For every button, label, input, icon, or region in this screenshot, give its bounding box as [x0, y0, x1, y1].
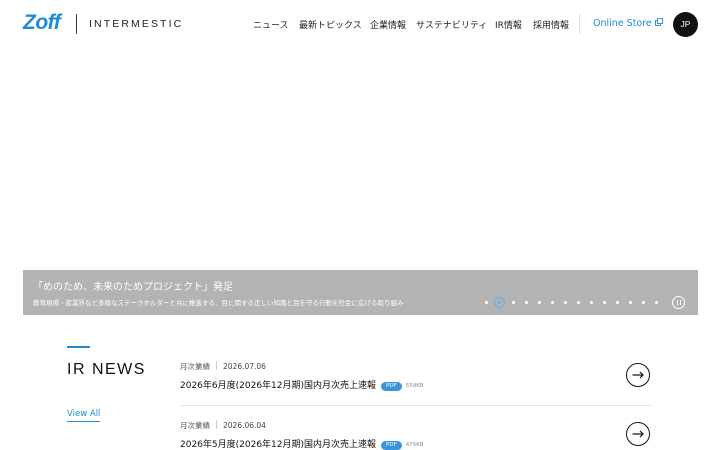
pdf-badge: PDF [381, 441, 402, 450]
news-category: 月次業績 [180, 421, 210, 430]
slide-dot[interactable] [629, 301, 632, 304]
nav-divider [579, 14, 580, 34]
nav-item-company[interactable]: 企業情報 [370, 18, 406, 31]
arrow-right-icon[interactable] [626, 363, 650, 387]
external-link-icon [654, 18, 663, 26]
file-size: 559KB [405, 383, 424, 389]
online-store-label: Online Store [593, 18, 652, 29]
news-meta: 月次業績 2026.06.04 [180, 420, 266, 431]
slide-dot[interactable] [616, 301, 619, 304]
file-size: 475KB [405, 442, 424, 448]
intermestic-logo[interactable]: INTERMESTIC [89, 18, 183, 30]
zoff-logo[interactable]: Zoff [23, 11, 61, 35]
hero-caption[interactable]: 「めのため、未来のためプロジェクト」発足 教育現場・産業界など多様なステークホル… [23, 270, 698, 315]
nav-item-sustainability[interactable]: サステナビリティ [416, 18, 487, 31]
news-title[interactable]: 2026年6月度(2026年12月期)国内月次売上速報 [180, 381, 376, 391]
meta-divider [216, 420, 217, 429]
slide-dot[interactable] [538, 301, 541, 304]
view-all-link[interactable]: View All [67, 409, 101, 422]
hero-caption-title: 「めのため、未来のためプロジェクト」発足 [33, 282, 233, 293]
news-category: 月次業績 [180, 362, 210, 371]
news-title-row: 2026年5月度(2026年12月期)国内月次売上速報 PDF 475KB [180, 437, 424, 450]
arrow-right-icon[interactable] [626, 422, 650, 446]
news-divider [180, 405, 651, 406]
slide-dot[interactable] [603, 301, 606, 304]
pdf-badge: PDF [381, 382, 402, 391]
nav-item-ir[interactable]: IR情報 [495, 18, 522, 31]
nav-item-topics[interactable]: 最新トピックス [299, 18, 362, 31]
nav-item-news[interactable]: ニュース [253, 18, 289, 31]
pause-icon[interactable] [672, 296, 685, 309]
news-date: 2026.07.06 [223, 362, 266, 371]
news-meta: 月次業績 2026.07.06 [180, 361, 266, 372]
language-button[interactable]: JP [673, 12, 698, 37]
slide-dot[interactable] [590, 301, 593, 304]
slide-dot[interactable] [485, 301, 488, 304]
news-title-row: 2026年6月度(2026年12月期)国内月次売上速報 PDF 559KB [180, 378, 424, 391]
news-title[interactable]: 2026年5月度(2026年12月期)国内月次売上速報 [180, 440, 376, 450]
section-accent-line [67, 346, 90, 348]
site-header: Zoff INTERMESTIC ニュース 最新トピックス 企業情報 サステナビ… [0, 0, 720, 48]
slide-dot[interactable] [642, 301, 645, 304]
slide-dot[interactable] [655, 301, 658, 304]
slide-dot[interactable] [564, 301, 567, 304]
hero-slideshow[interactable] [0, 48, 720, 270]
slide-dot[interactable] [512, 301, 515, 304]
online-store-link[interactable]: Online Store [593, 18, 663, 29]
slide-dot[interactable] [551, 301, 554, 304]
hero-caption-subtitle: 教育現場・産業界など多様なステークホルダーと共に推進する、目に関する正しい知識と… [33, 299, 404, 307]
meta-divider [216, 361, 217, 370]
ir-news-heading: IR NEWS [67, 361, 146, 378]
news-date: 2026.06.04 [223, 421, 266, 430]
nav-item-recruit[interactable]: 採用情報 [533, 18, 569, 31]
logo-divider [76, 14, 77, 34]
slide-dot[interactable] [577, 301, 580, 304]
slide-dot-active[interactable] [494, 297, 505, 308]
slide-dot[interactable] [525, 301, 528, 304]
